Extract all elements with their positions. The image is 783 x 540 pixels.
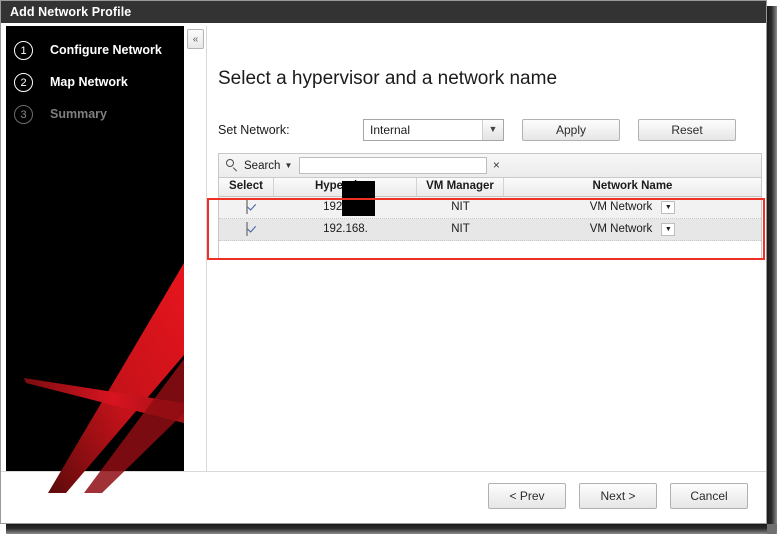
set-network-label: Set Network:: [218, 123, 290, 137]
apply-button[interactable]: Apply: [522, 119, 620, 141]
search-label[interactable]: Search: [244, 160, 280, 172]
row-select-cell: [219, 219, 274, 240]
dialog-window: Add Network Profile 1 Configure Network …: [0, 0, 767, 524]
cancel-button[interactable]: Cancel: [670, 483, 748, 509]
window-shadow-right: [767, 6, 777, 534]
network-name-dropdown-button[interactable]: ▼: [661, 201, 676, 214]
network-name-dropdown-button[interactable]: ▼: [661, 223, 676, 236]
brand-artwork: [24, 263, 184, 493]
window-shadow-bottom: [6, 524, 773, 534]
search-icon: [226, 159, 239, 172]
hypervisor-table: Select Hypervisor VM Manager Network Nam…: [218, 178, 762, 260]
network-name-value: VM Network: [589, 201, 653, 213]
sidebar-collapse-button[interactable]: «: [187, 29, 204, 49]
step-number-badge: 2: [14, 72, 33, 92]
step-label: Map Network: [50, 75, 128, 89]
row-hypervisor-cell: 192.168.: [323, 223, 368, 235]
row-select-cell: [219, 197, 274, 218]
column-header-select[interactable]: Select: [219, 178, 274, 196]
main-panel: Select a hypervisor and a network name S…: [206, 26, 762, 493]
wizard-steps: 1 Configure Network 2 Map Network 3 Summ…: [6, 26, 184, 130]
reset-button[interactable]: Reset: [638, 119, 736, 141]
window-title: Add Network Profile: [10, 5, 132, 19]
table-row[interactable]: 192.168. NIT VM Network ▼: [219, 197, 761, 219]
wizard-sidebar: 1 Configure Network 2 Map Network 3 Summ…: [6, 26, 184, 493]
caret-down-icon[interactable]: ▼: [284, 161, 292, 170]
footer-button-group: < Prev Next > Cancel: [488, 483, 748, 509]
window-title-bar: Add Network Profile: [1, 1, 766, 23]
table-empty-area: [219, 241, 761, 259]
chevron-double-left-icon: «: [192, 34, 199, 45]
row-select-checkbox[interactable]: [245, 222, 248, 236]
column-header-vm-manager[interactable]: VM Manager: [417, 178, 504, 196]
search-bar: Search ▼ ×: [218, 153, 762, 178]
search-input[interactable]: [299, 157, 488, 174]
column-header-network-name[interactable]: Network Name: [504, 178, 761, 196]
close-icon[interactable]: ×: [487, 157, 505, 174]
sidebar-step-summary[interactable]: 3 Summary: [6, 98, 184, 130]
row-select-checkbox[interactable]: [245, 200, 248, 214]
row-vm-manager-cell: NIT: [451, 223, 470, 235]
window-shadow-corner: [767, 524, 777, 534]
row-network-name-cell: VM Network ▼: [504, 219, 761, 240]
step-label: Configure Network: [50, 43, 162, 57]
step-number-badge: 1: [14, 40, 33, 60]
dialog-content: 1 Configure Network 2 Map Network 3 Summ…: [1, 23, 766, 523]
redaction-block: [342, 181, 375, 216]
next-button[interactable]: Next >: [579, 483, 657, 509]
table-row[interactable]: 192.168. NIT VM Network ▼: [219, 219, 761, 241]
prev-button[interactable]: < Prev: [488, 483, 566, 509]
network-name-value: VM Network: [589, 223, 653, 235]
table-header-row: Select Hypervisor VM Manager Network Nam…: [219, 178, 761, 197]
sidebar-step-configure-network[interactable]: 1 Configure Network: [6, 34, 184, 66]
step-label: Summary: [50, 107, 107, 121]
chevron-down-icon: ▼: [482, 120, 503, 140]
set-network-value: Internal: [370, 123, 411, 137]
step-number-badge: 3: [14, 104, 33, 124]
set-network-select[interactable]: Internal ▼: [363, 119, 504, 141]
row-vm-manager-cell: NIT: [451, 201, 470, 213]
set-network-row: Set Network: Internal ▼ Apply Reset: [218, 119, 758, 141]
page-title: Select a hypervisor and a network name: [218, 68, 558, 89]
row-network-name-cell: VM Network ▼: [504, 197, 761, 218]
sidebar-step-map-network[interactable]: 2 Map Network: [6, 66, 184, 98]
